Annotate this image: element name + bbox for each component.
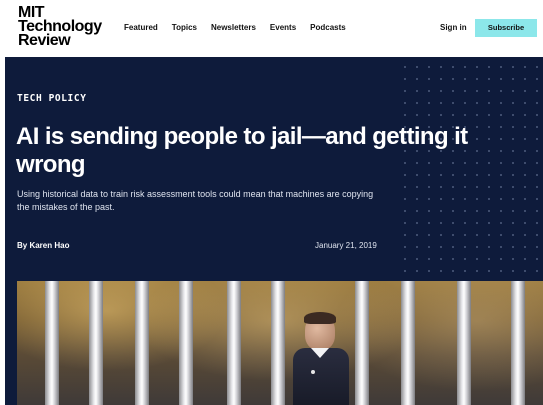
article-byline[interactable]: By Karen Hao <box>17 241 69 250</box>
prison-bar <box>135 281 149 405</box>
nav-item-topics[interactable]: Topics <box>172 23 197 32</box>
prison-bar <box>179 281 193 405</box>
prison-bar <box>227 281 241 405</box>
site-header: MIT Technology Review Featured Topics Ne… <box>0 0 543 57</box>
nav-item-newsletters[interactable]: Newsletters <box>211 23 256 32</box>
subscribe-button[interactable]: Subscribe <box>475 19 537 37</box>
article-hero: TECH POLICY AI is sending people to jail… <box>5 57 543 405</box>
main-nav: Featured Topics Newsletters Events Podca… <box>124 23 346 32</box>
prison-bars <box>17 281 543 405</box>
article-dek: Using historical data to train risk asse… <box>17 189 374 212</box>
article-headline: AI is sending people to jail—and getting… <box>16 123 468 178</box>
article-date: January 21, 2019 <box>315 241 377 250</box>
hero-photo <box>17 281 543 405</box>
sign-in-link[interactable]: Sign in <box>440 23 467 32</box>
prison-bar <box>355 281 369 405</box>
prison-bar <box>457 281 471 405</box>
topic-kicker[interactable]: TECH POLICY <box>17 93 87 104</box>
prison-bar <box>45 281 59 405</box>
article-page: MIT Technology Review Featured Topics Ne… <box>0 0 543 405</box>
prison-bar <box>511 281 525 405</box>
prison-bar <box>271 281 285 405</box>
mit-technology-review-logo[interactable]: MIT Technology Review <box>18 5 102 49</box>
nav-item-events[interactable]: Events <box>270 23 296 32</box>
nav-item-featured[interactable]: Featured <box>124 23 158 32</box>
prison-bar <box>401 281 415 405</box>
logo-line-3: Review <box>18 32 71 49</box>
nav-item-podcasts[interactable]: Podcasts <box>310 23 346 32</box>
prison-bar <box>89 281 103 405</box>
